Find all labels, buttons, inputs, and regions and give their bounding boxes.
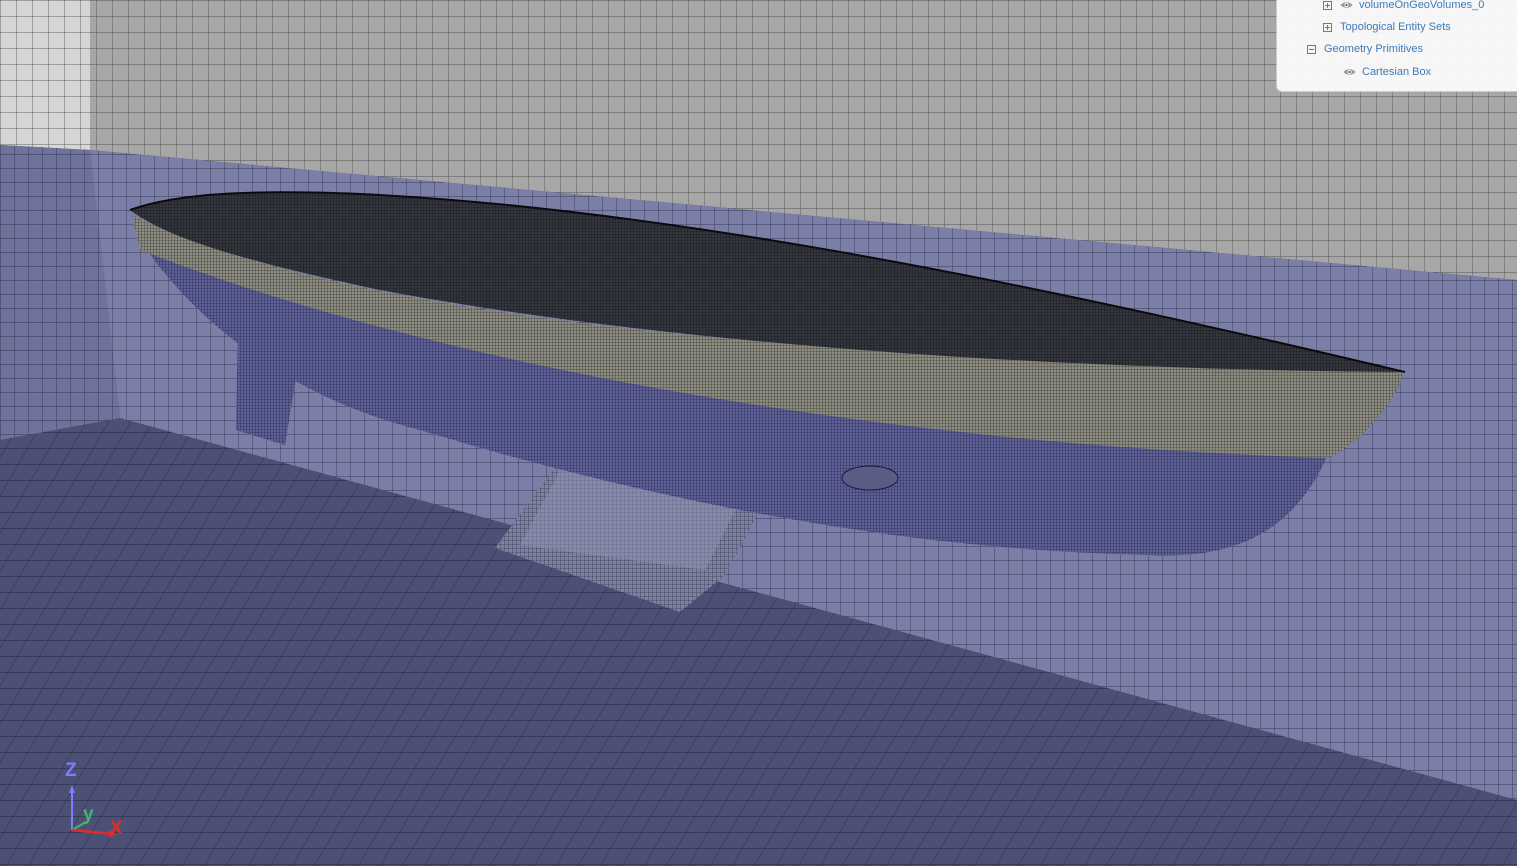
tree-item-cartesian-box[interactable]: Cartesian Box bbox=[1343, 63, 1431, 81]
eye-icon[interactable] bbox=[1340, 1, 1353, 9]
tree-item-volume-on-geo-volumes[interactable]: volumeOnGeoVolumes_0 bbox=[1323, 0, 1484, 14]
3d-viewport[interactable] bbox=[0, 0, 1517, 866]
tree-item-geometry-primitives[interactable]: Geometry Primitives bbox=[1307, 40, 1423, 58]
tree-item-label: Geometry Primitives bbox=[1324, 43, 1424, 55]
x-axis-label: X bbox=[110, 818, 123, 839]
expand-icon[interactable] bbox=[1323, 0, 1332, 10]
collapse-icon[interactable] bbox=[1307, 44, 1316, 54]
expand-icon[interactable] bbox=[1323, 22, 1332, 32]
eye-icon[interactable] bbox=[1343, 68, 1356, 76]
tree-item-label: Topological Entity Sets bbox=[1340, 21, 1451, 33]
tree-item-topological-entity-sets[interactable]: Topological Entity Sets bbox=[1323, 18, 1451, 36]
tree-item-label: volumeOnGeoVolumes_0 bbox=[1359, 0, 1485, 11]
y-axis-label: y bbox=[83, 804, 94, 825]
z-axis-label: Z bbox=[65, 760, 77, 781]
x-axis-line bbox=[71, 828, 115, 836]
tree-item-label: Cartesian Box bbox=[1362, 66, 1432, 78]
axis-triad: Z y X bbox=[58, 758, 138, 844]
model-tree-panel: volumeOnGeoVolumes_0 Topological Entity … bbox=[1276, 0, 1517, 92]
